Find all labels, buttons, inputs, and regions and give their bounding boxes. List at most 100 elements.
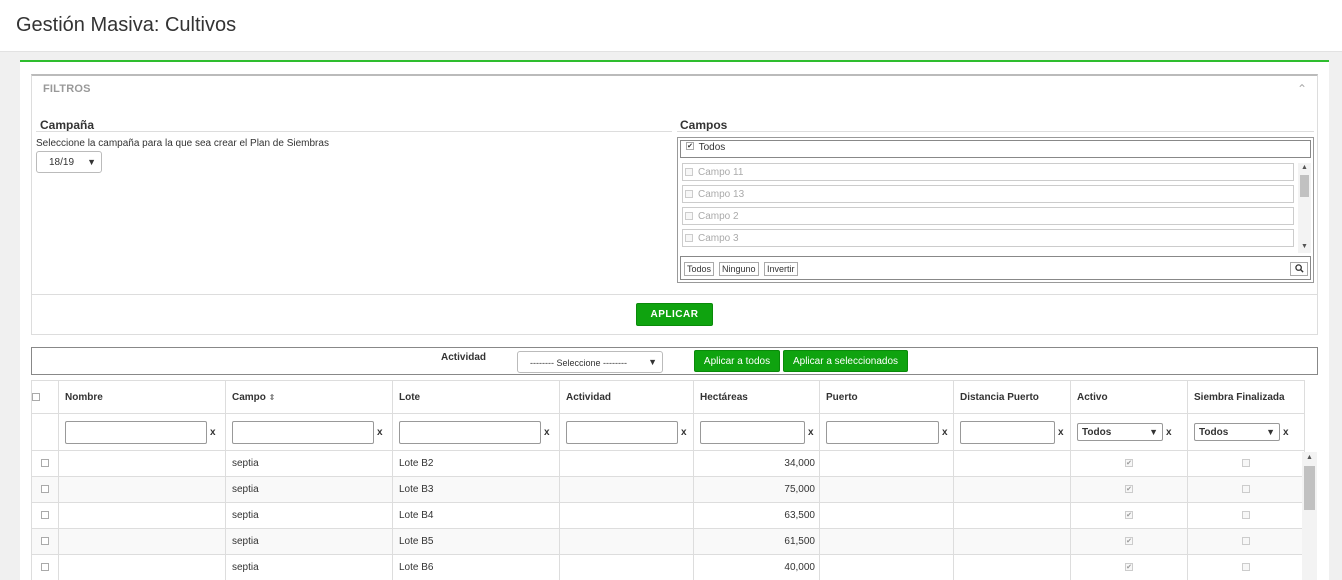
- cell-activo: ✔: [1070, 476, 1188, 503]
- table-row[interactable]: septia Lote B3 75,000 ✔: [31, 476, 1305, 503]
- column-header-lote[interactable]: Lote: [392, 380, 560, 414]
- clear-filter-button[interactable]: x: [1166, 427, 1172, 438]
- table-row[interactable]: septia Lote B2 34,000 ✔: [31, 450, 1305, 477]
- row-checkbox[interactable]: [41, 459, 49, 468]
- filter-cell: x: [953, 413, 1071, 451]
- clear-filter-button[interactable]: x: [377, 427, 383, 438]
- column-header-puerto[interactable]: Puerto: [819, 380, 954, 414]
- cell-puerto: [819, 554, 954, 580]
- row-checkbox[interactable]: [41, 511, 49, 520]
- clear-filter-button[interactable]: x: [1283, 427, 1289, 438]
- filter-cell: x: [559, 413, 694, 451]
- checkbox[interactable]: [685, 212, 693, 220]
- apply-selected-button[interactable]: Aplicar a seleccionados: [783, 350, 908, 372]
- cell-campo: septia: [225, 476, 393, 503]
- grid-scrollbar[interactable]: ▲: [1302, 452, 1317, 580]
- fields-scrollbar[interactable]: ▲ ▼: [1298, 163, 1311, 253]
- finalizada-checkbox: [1242, 485, 1250, 494]
- filters-header[interactable]: FILTROS ⌃: [32, 76, 1317, 102]
- table-row[interactable]: septia Lote B4 63,500 ✔: [31, 502, 1305, 529]
- lote-filter-input[interactable]: [399, 420, 541, 444]
- campaign-select-value: 18/19: [49, 157, 75, 168]
- cell-hectareas: 40,000: [693, 554, 820, 580]
- column-header-siembra-finalizada[interactable]: Siembra Finalizada: [1187, 380, 1305, 414]
- cell-distancia: [953, 502, 1071, 529]
- distancia-filter-input[interactable]: [960, 420, 1055, 444]
- list-item[interactable]: Campo 2: [682, 207, 1294, 225]
- check-icon[interactable]: ✔: [686, 142, 694, 151]
- table-row[interactable]: septia Lote B5 61,500 ✔: [31, 528, 1305, 555]
- column-header-nombre[interactable]: Nombre: [58, 380, 226, 414]
- cell-activo: ✔: [1070, 502, 1188, 529]
- caret-down-icon: ▼: [648, 357, 657, 367]
- column-header-actividad[interactable]: Actividad: [559, 380, 694, 414]
- checkbox[interactable]: [685, 190, 693, 198]
- field-option-label: Campo 11: [698, 167, 744, 178]
- list-item[interactable]: Campo 13: [682, 185, 1294, 203]
- column-header-activo[interactable]: Activo: [1070, 380, 1188, 414]
- actividad-filter-input[interactable]: [566, 420, 678, 444]
- table-row[interactable]: septia Lote B6 40,000 ✔: [31, 554, 1305, 580]
- fields-all-option[interactable]: ✔ Todos: [680, 140, 1311, 158]
- grid-header-row: Nombre Campo ⇕ Lote Actividad Hectáreas …: [31, 380, 1305, 414]
- scroll-thumb[interactable]: [1300, 175, 1309, 197]
- campaign-section-title: Campaña: [40, 118, 95, 132]
- cell-hectareas: 63,500: [693, 502, 820, 529]
- checkbox[interactable]: [32, 392, 40, 401]
- row-checkbox[interactable]: [41, 485, 49, 494]
- finalizada-checkbox: [1242, 511, 1250, 520]
- list-item[interactable]: Campo 11: [682, 163, 1294, 181]
- select-none-button[interactable]: Ninguno: [719, 262, 759, 276]
- scroll-up-icon[interactable]: ▲: [1306, 454, 1313, 461]
- clear-filter-button[interactable]: x: [544, 427, 550, 438]
- chevron-up-icon[interactable]: ⌃: [1297, 82, 1307, 96]
- clear-filter-button[interactable]: x: [808, 427, 814, 438]
- campo-filter-input[interactable]: [232, 420, 374, 444]
- column-header-label: Campo: [232, 391, 266, 403]
- clear-filter-button[interactable]: x: [1058, 427, 1064, 438]
- checkbox[interactable]: [685, 168, 693, 176]
- apply-filters-button[interactable]: APLICAR: [636, 303, 713, 326]
- cell-activo: ✔: [1070, 528, 1188, 555]
- fields-multiselect: ✔ Todos Campo 11 Campo 13 Campo 2 Campo …: [677, 137, 1314, 283]
- nombre-filter-input[interactable]: [65, 420, 207, 444]
- scroll-up-icon[interactable]: ▲: [1301, 164, 1308, 171]
- column-header-hectareas[interactable]: Hectáreas: [693, 380, 820, 414]
- clear-filter-button[interactable]: x: [942, 427, 948, 438]
- cell-lote: Lote B2: [392, 450, 560, 477]
- row-checkbox[interactable]: [41, 537, 49, 546]
- page-title: Gestión Masiva: Cultivos: [16, 14, 237, 36]
- cell-lote: Lote B3: [392, 476, 560, 503]
- filter-cell: x: [58, 413, 226, 451]
- search-icon[interactable]: [1290, 262, 1308, 276]
- siembra-filter-select[interactable]: Todos ▼: [1194, 423, 1280, 441]
- select-all-rows[interactable]: [31, 380, 59, 414]
- column-header-distancia-puerto[interactable]: Distancia Puerto: [953, 380, 1071, 414]
- activo-filter-select[interactable]: Todos ▼: [1077, 423, 1163, 441]
- cell-lote: Lote B5: [392, 528, 560, 555]
- scroll-down-icon[interactable]: ▼: [1301, 243, 1308, 250]
- puerto-filter-input[interactable]: [826, 420, 939, 444]
- caret-down-icon: ▼: [1266, 427, 1275, 437]
- activity-select[interactable]: -------- Seleccione -------- ▼: [517, 351, 663, 373]
- row-select-cell: [31, 450, 59, 477]
- campaign-select[interactable]: 18/19 ▼: [36, 151, 102, 173]
- list-item[interactable]: Campo 3: [682, 229, 1294, 247]
- cell-campo: septia: [225, 554, 393, 580]
- invert-selection-button[interactable]: Invertir: [764, 262, 798, 276]
- grid-filter-row: x x x x x x x Todos ▼ x Todos ▼ x: [31, 413, 1305, 451]
- select-all-button[interactable]: Todos: [684, 262, 715, 276]
- row-checkbox[interactable]: [41, 563, 49, 572]
- clear-filter-button[interactable]: x: [681, 427, 687, 438]
- cell-distancia: [953, 528, 1071, 555]
- hectareas-filter-input[interactable]: [700, 420, 805, 444]
- checkbox[interactable]: [685, 234, 693, 242]
- column-header-campo[interactable]: Campo ⇕: [225, 380, 393, 414]
- sort-icon[interactable]: ⇕: [269, 393, 276, 402]
- scroll-thumb[interactable]: [1304, 466, 1315, 510]
- cell-nombre: [58, 450, 226, 477]
- apply-all-button[interactable]: Aplicar a todos: [694, 350, 780, 372]
- cell-distancia: [953, 476, 1071, 503]
- fields-section-title: Campos: [680, 118, 728, 132]
- clear-filter-button[interactable]: x: [210, 427, 216, 438]
